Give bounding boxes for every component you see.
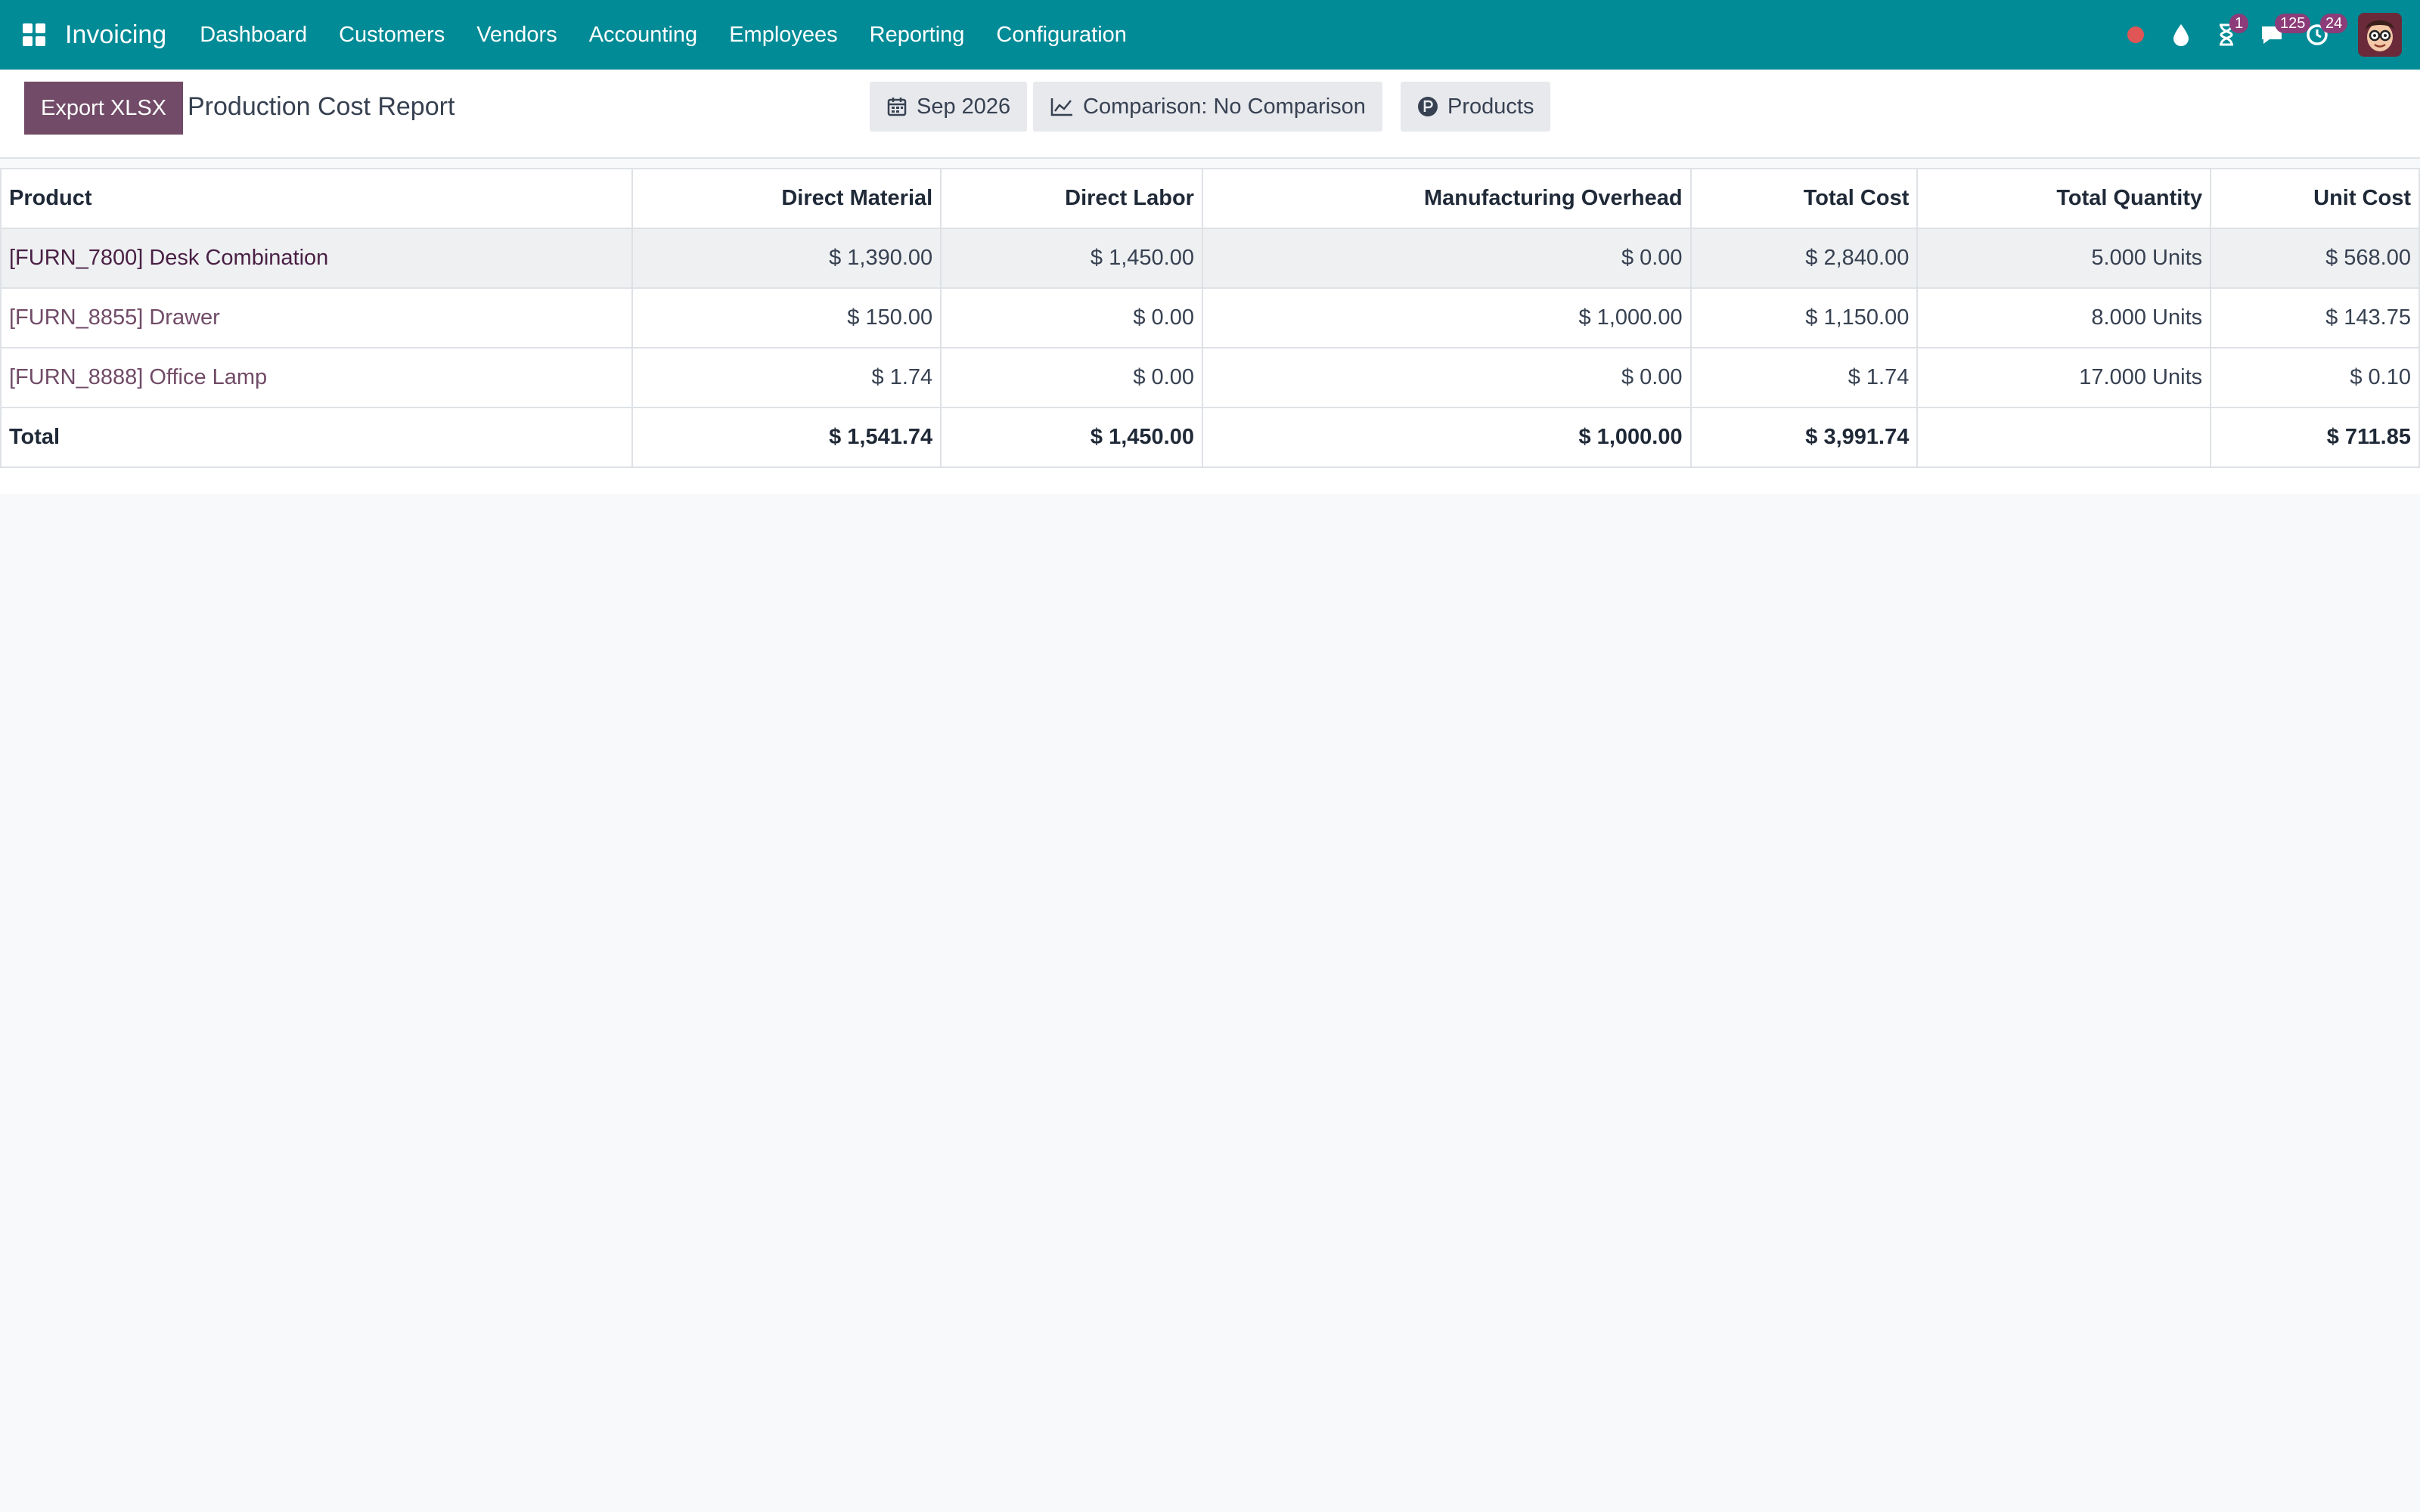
hourglass-icon[interactable]: 1 [2210, 14, 2249, 51]
cell-manufacturing-overhead: $ 1,000.00 [1201, 287, 1692, 349]
menu-item-dashboard[interactable]: Dashboard [200, 23, 307, 48]
total-total-quantity [1916, 407, 2212, 468]
main-menu: Dashboard Customers Vendors Accounting E… [200, 23, 1159, 48]
menu-item-employees[interactable]: Employees [729, 23, 837, 48]
column-header-manufacturing-overhead[interactable]: Manufacturing Overhead [1201, 168, 1692, 229]
date-filter-label: Sep 2026 [917, 94, 1011, 119]
line-chart-icon [1050, 98, 1072, 116]
products-filter-label: Products [1447, 94, 1534, 119]
product-link[interactable]: [FURN_8888] Office Lamp [0, 347, 634, 408]
cell-manufacturing-overhead: $ 0.00 [1201, 347, 1692, 408]
droplet-icon[interactable] [2164, 18, 2198, 51]
product-p-icon [1418, 97, 1438, 116]
cell-direct-material: $ 1,390.00 [631, 228, 942, 289]
cell-direct-labor: $ 1,450.00 [940, 228, 1203, 289]
export-xlsx-button[interactable]: Export XLSX [24, 82, 184, 135]
cell-unit-cost: $ 0.10 [2210, 347, 2420, 408]
total-manufacturing-overhead: $ 1,000.00 [1201, 407, 1692, 468]
cell-total-quantity: 17.000 Units [1916, 347, 2212, 408]
product-link[interactable]: [FURN_7800] Desk Combination [0, 228, 634, 289]
column-header-unit-cost[interactable]: Unit Cost [2210, 168, 2420, 229]
table-row[interactable]: [FURN_8855] Drawer $ 150.00 $ 0.00 $ 1,0… [0, 287, 2420, 349]
product-link[interactable]: [FURN_8855] Drawer [0, 287, 634, 349]
comparison-filter-button[interactable]: Comparison: No Comparison [1033, 82, 1382, 132]
column-header-direct-material[interactable]: Direct Material [631, 168, 942, 229]
cell-total-cost: $ 1.74 [1689, 347, 1919, 408]
products-filter-button[interactable]: Products [1401, 82, 1551, 132]
table-header-row: Product Direct Material Direct Labor Man… [0, 168, 2420, 229]
top-navbar: Invoicing Dashboard Customers Vendors Ac… [0, 0, 2420, 70]
avatar[interactable] [2358, 13, 2402, 57]
systray: 1 125 24 [2107, 13, 2402, 57]
cell-unit-cost: $ 568.00 [2210, 228, 2420, 289]
total-direct-material: $ 1,541.74 [631, 407, 942, 468]
chat-icon[interactable]: 125 [2255, 14, 2311, 51]
column-header-total-cost[interactable]: Total Cost [1689, 168, 1919, 229]
table-row[interactable]: [FURN_8888] Office Lamp $ 1.74 $ 0.00 $ … [0, 347, 2420, 408]
table-row[interactable]: [FURN_7800] Desk Combination $ 1,390.00 … [0, 228, 2420, 289]
updates-badge: 24 [2320, 14, 2348, 33]
table-footer-spacer [0, 468, 2420, 494]
cell-total-quantity: 5.000 Units [1916, 228, 2212, 289]
calendar-icon [887, 98, 907, 116]
total-unit-cost: $ 711.85 [2210, 407, 2420, 468]
production-cost-table: Product Direct Material Direct Labor Man… [0, 168, 2420, 468]
cell-direct-labor: $ 0.00 [940, 347, 1203, 408]
app-name[interactable]: Invoicing [65, 20, 166, 50]
cell-total-cost: $ 2,840.00 [1689, 228, 1919, 289]
cell-unit-cost: $ 143.75 [2210, 287, 2420, 349]
menu-item-customers[interactable]: Customers [339, 23, 445, 48]
cell-total-cost: $ 1,150.00 [1689, 287, 1919, 349]
total-total-cost: $ 3,991.74 [1689, 407, 1919, 468]
report-container: Product Direct Material Direct Labor Man… [0, 159, 2420, 494]
column-header-total-quantity[interactable]: Total Quantity [1916, 168, 2212, 229]
total-direct-labor: $ 1,450.00 [940, 407, 1203, 468]
menu-item-reporting[interactable]: Reporting [870, 23, 965, 48]
apps-grid-icon[interactable] [20, 20, 48, 49]
activity-badge: 1 [2229, 14, 2249, 33]
clock-icon[interactable]: 24 [2301, 14, 2348, 51]
record-dot-icon[interactable] [2119, 18, 2152, 51]
menu-item-vendors[interactable]: Vendors [476, 23, 557, 48]
cell-total-quantity: 8.000 Units [1916, 287, 2212, 349]
cell-direct-labor: $ 0.00 [940, 287, 1203, 349]
menu-item-configuration[interactable]: Configuration [996, 23, 1127, 48]
control-panel: Export XLSX Production Cost Report Sep 2… [0, 70, 2420, 159]
total-row: Total $ 1,541.74 $ 1,450.00 $ 1,000.00 $… [0, 407, 2420, 468]
cell-manufacturing-overhead: $ 0.00 [1201, 228, 1692, 289]
comparison-filter-label: Comparison: No Comparison [1083, 94, 1366, 119]
cell-direct-material: $ 150.00 [631, 287, 942, 349]
column-header-direct-labor[interactable]: Direct Labor [940, 168, 1203, 229]
column-header-product[interactable]: Product [0, 168, 634, 229]
page-title: Production Cost Report [188, 92, 455, 121]
total-label: Total [0, 407, 634, 468]
date-filter-button[interactable]: Sep 2026 [870, 82, 1028, 132]
menu-item-accounting[interactable]: Accounting [589, 23, 698, 48]
cell-direct-material: $ 1.74 [631, 347, 942, 408]
